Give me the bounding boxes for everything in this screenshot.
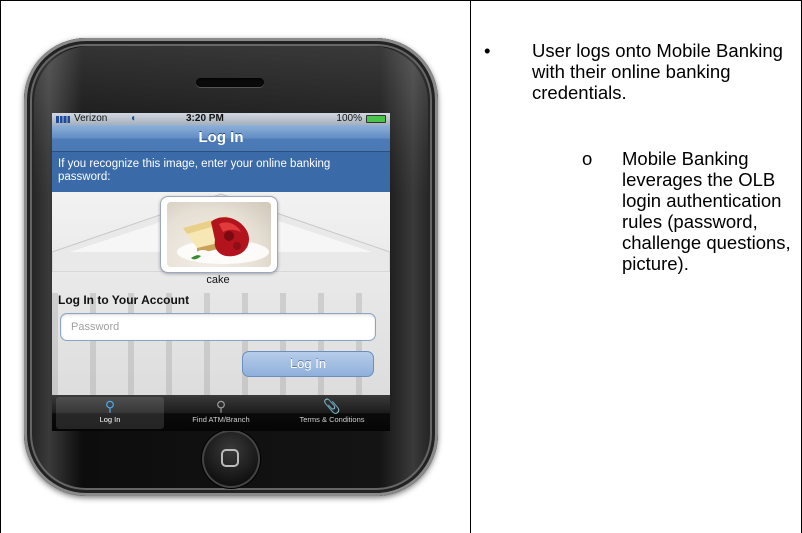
sub-bullet-text: Mobile Banking leverages the OLB login a… — [622, 148, 791, 274]
table-border-top — [0, 0, 802, 1]
password-input[interactable] — [60, 313, 376, 341]
signal-strength-icon — [56, 116, 70, 123]
sub-bullet-marker: o — [582, 148, 593, 169]
tab-log-in[interactable]: ⚲ Log In — [56, 397, 164, 429]
security-prompt-banner: If you recognize this image, enter your … — [52, 152, 390, 192]
security-image-caption: cake — [206, 274, 230, 286]
paperclip-icon: 📎 — [323, 398, 341, 414]
login-heading: Log In to Your Account — [58, 293, 190, 307]
tab-label-find-atm: Find ATM/Branch — [192, 415, 250, 424]
table-divider — [470, 0, 471, 533]
tab-label-log-in: Log In — [99, 415, 121, 424]
status-bar: Verizon ◖ 3:20 PM 100% — [52, 113, 390, 125]
carrier-name: Verizon — [74, 113, 108, 124]
login-button[interactable]: Log In — [242, 351, 374, 377]
battery-icon — [366, 115, 386, 123]
status-time: 3:20 PM — [186, 113, 224, 124]
search-icon: ⚲ — [215, 398, 227, 414]
table-border-left — [0, 0, 1, 533]
bullet-marker: • — [484, 40, 491, 61]
tab-terms-conditions[interactable]: 📎 Terms & Conditions — [278, 397, 386, 429]
wifi-icon: ◖ — [130, 113, 137, 124]
bank-columns-graphic — [52, 293, 390, 403]
battery-percentage: 100% — [336, 113, 362, 124]
phone-screen: Verizon ◖ 3:20 PM 100% Log In If you rec… — [52, 113, 390, 431]
tab-find-atm-branch[interactable]: ⚲ Find ATM/Branch — [167, 397, 275, 429]
home-square-icon — [221, 449, 239, 467]
home-button[interactable] — [202, 430, 260, 488]
earpiece-speaker — [196, 78, 264, 87]
security-image-cake — [167, 202, 271, 267]
cake-icon — [177, 216, 269, 264]
tab-bar: ⚲ Log In ⚲ Find ATM/Branch 📎 Terms & Con… — [52, 395, 390, 431]
navigation-bar: Log In — [52, 125, 390, 152]
nav-title: Log In — [198, 129, 244, 146]
tab-label-terms: Terms & Conditions — [299, 415, 365, 424]
bullet-text: User logs onto Mobile Banking with their… — [532, 40, 783, 103]
key-icon: ⚲ — [104, 398, 116, 414]
security-image-frame — [160, 196, 278, 273]
security-prompt-text: If you recognize this image, enter your … — [58, 158, 331, 183]
